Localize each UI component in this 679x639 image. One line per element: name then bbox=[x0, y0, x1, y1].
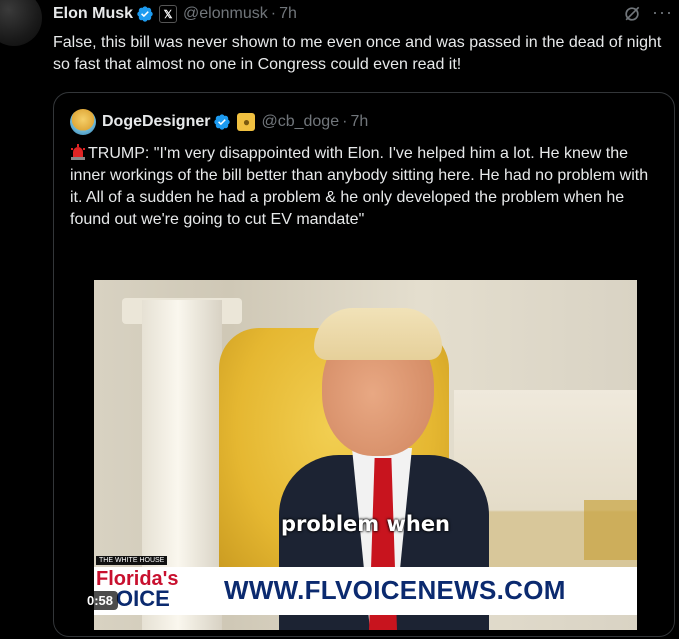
video-player[interactable]: problem when THE WHITE HOUSE Florida's O… bbox=[94, 280, 637, 630]
siren-icon bbox=[71, 144, 85, 160]
separator-dot: · bbox=[342, 113, 348, 130]
author-name[interactable]: Elon Musk bbox=[53, 5, 133, 23]
verified-badge-icon bbox=[214, 114, 231, 130]
quote-time[interactable]: 7h bbox=[350, 113, 368, 131]
x-affiliate-badge-icon: 𝕏 bbox=[159, 5, 178, 23]
tweet-text: False, this bill was never shown to me e… bbox=[53, 34, 662, 73]
grok-icon[interactable] bbox=[622, 4, 642, 24]
author-avatar[interactable] bbox=[0, 0, 42, 46]
tweet-time[interactable]: 7h bbox=[279, 5, 297, 23]
doge-badge-icon: ● bbox=[237, 113, 256, 131]
more-icon[interactable]: ··· bbox=[652, 2, 673, 23]
video-caption: problem when bbox=[280, 512, 451, 536]
quote-author-name[interactable]: DogeDesigner bbox=[102, 113, 210, 131]
quoted-tweet[interactable]: DogeDesigner ● @cb_doge · 7h TRUMP: "I'm… bbox=[53, 92, 675, 637]
quote-text: TRUMP: "I'm very disappointed with Elon.… bbox=[70, 145, 649, 228]
quote-author-handle[interactable]: @cb_doge bbox=[261, 113, 339, 131]
quote-text-block: TRUMP: "I'm very disappointed with Elon.… bbox=[70, 143, 660, 231]
separator-dot: · bbox=[270, 5, 277, 22]
speaker-hair bbox=[314, 308, 442, 360]
tweet-header: Elon Musk 𝕏 @elonmusk · 7h bbox=[53, 3, 297, 25]
quote-author-avatar[interactable] bbox=[70, 109, 96, 135]
lower-third-small-label: THE WHITE HOUSE bbox=[96, 556, 168, 565]
tweet[interactable]: Elon Musk 𝕏 @elonmusk · 7h ··· False, th… bbox=[0, 0, 679, 639]
banner-url: WWW.FLVOICENEWS.COM bbox=[224, 575, 566, 605]
video-duration: 0:58 bbox=[82, 591, 119, 610]
verified-badge-icon bbox=[137, 6, 153, 22]
quote-header: DogeDesigner ● @cb_doge · 7h bbox=[70, 109, 368, 135]
author-handle[interactable]: @elonmusk bbox=[183, 5, 268, 23]
